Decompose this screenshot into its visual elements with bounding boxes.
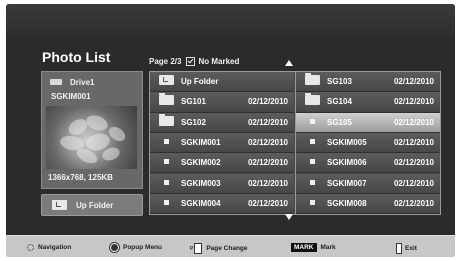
item-date: 02/12/2010	[247, 137, 288, 147]
page-title: Photo List	[42, 49, 111, 65]
drive-icon	[50, 79, 62, 85]
item-date: 02/12/2010	[247, 198, 288, 208]
folder-icon	[159, 93, 174, 106]
item-date: 02/12/2010	[247, 117, 288, 127]
item-date: 02/12/2010	[247, 158, 288, 168]
item-name: SG102	[181, 117, 206, 127]
item-name: SGKIM004	[181, 198, 221, 208]
photo-file-icon	[310, 199, 315, 205]
photo-file-icon	[310, 179, 315, 185]
item-date: 02/12/2010	[393, 198, 434, 208]
page-indicator: Page 2/3	[149, 57, 182, 66]
photo-file-icon	[310, 159, 315, 165]
item-name: SGKIM007	[327, 178, 367, 188]
current-file-name: SGKIM001	[51, 92, 91, 101]
item-date: 02/12/2010	[393, 117, 434, 127]
scroll-down-arrow-icon[interactable]	[285, 214, 293, 220]
grid-item-right-3[interactable]: SGKIM005 02/12/2010	[296, 132, 440, 154]
grid-item-right-0[interactable]: SG103 02/12/2010	[296, 72, 440, 93]
marked-status: No Marked	[198, 57, 240, 66]
help-navigation-label: Navigation	[38, 244, 72, 251]
grid-item-left-4[interactable]: SGKIM002 02/12/2010	[150, 153, 294, 174]
photo-list-screen: Photo List Page 2/3 No Marked Drive1 SGK…	[6, 4, 455, 257]
page-info: Page 2/3 No Marked	[149, 57, 239, 66]
drive-name: Drive1	[70, 78, 95, 87]
top-band	[6, 4, 455, 38]
help-mark-label: Mark	[320, 244, 336, 251]
grid-item-left-0[interactable]: Up Folder	[150, 72, 294, 93]
item-date: 02/12/2010	[247, 178, 288, 188]
photo-file-icon	[164, 199, 169, 205]
item-name: SG104	[327, 97, 352, 107]
folder-icon	[159, 113, 174, 126]
item-date: 02/12/2010	[247, 97, 288, 107]
folder-icon	[305, 93, 320, 106]
item-name: Up Folder	[181, 77, 219, 86]
help-mark: MARK Mark	[291, 243, 336, 252]
photo-thumbnail	[46, 106, 137, 169]
drive-info-panel: Drive1 SGKIM001 1366x768, 125KB	[41, 71, 143, 189]
photo-file-icon	[164, 138, 169, 144]
help-page-change-label: Page Change	[206, 245, 248, 252]
item-name: SG101	[181, 97, 206, 107]
mark-checkbox-icon	[186, 57, 196, 66]
up-folder-button-label: Up Folder	[76, 200, 114, 210]
grid-item-right-4[interactable]: SGKIM006 02/12/2010	[296, 153, 440, 174]
grid-item-right-6[interactable]: SGKIM008 02/12/2010	[296, 193, 440, 215]
item-name: SG105	[327, 117, 352, 127]
navigation-icon	[26, 243, 35, 252]
grid-item-left-2[interactable]: SG102 02/12/2010	[150, 112, 294, 133]
grid-item-right-1[interactable]: SG104 02/12/2010	[296, 92, 440, 113]
photo-file-icon	[164, 159, 169, 165]
item-name: SGKIM005	[327, 137, 367, 147]
help-page-change: P Page Change	[190, 243, 248, 254]
photo-file-icon	[310, 118, 315, 124]
item-name: SGKIM008	[327, 198, 367, 208]
item-date: 02/12/2010	[393, 77, 434, 86]
item-name: SGKIM006	[327, 158, 367, 168]
help-popup-menu-label: Popup Menu	[123, 244, 162, 251]
item-date: 02/12/2010	[393, 158, 434, 168]
item-date: 02/12/2010	[393, 97, 434, 107]
photo-file-icon	[164, 179, 169, 185]
item-name: SG103	[327, 77, 352, 86]
help-bar: Navigation Popup Menu P Page Change MARK…	[6, 235, 455, 257]
folder-icon	[305, 73, 320, 85]
page-key-icon	[194, 243, 203, 254]
up-folder-button[interactable]: Up Folder	[41, 194, 143, 216]
item-name: SGKIM002	[181, 158, 221, 168]
item-name: SGKIM003	[181, 178, 221, 188]
help-exit: Exit	[396, 243, 417, 254]
photo-file-icon	[310, 138, 315, 144]
grid-item-left-5[interactable]: SGKIM003 02/12/2010	[150, 173, 294, 194]
grid-item-left-6[interactable]: SGKIM004 02/12/2010	[150, 193, 294, 215]
grid-item-left-3[interactable]: SGKIM001 02/12/2010	[150, 132, 294, 154]
item-date: 02/12/2010	[393, 137, 434, 147]
up-folder-icon	[52, 200, 67, 210]
help-navigation: Navigation	[26, 243, 71, 252]
item-name: SGKIM001	[181, 137, 221, 147]
item-date: 02/12/2010	[393, 178, 434, 188]
grid-item-left-1[interactable]: SG101 02/12/2010	[150, 92, 294, 113]
scroll-up-arrow-icon[interactable]	[285, 60, 293, 66]
grid-item-right-2[interactable]: SG105 02/12/2010	[296, 112, 440, 133]
mark-key-icon: MARK	[291, 243, 317, 252]
exit-key-icon	[396, 243, 402, 254]
ok-button-icon	[110, 243, 119, 252]
help-popup-menu: Popup Menu	[110, 243, 162, 252]
grid-item-right-5[interactable]: SGKIM007 02/12/2010	[296, 173, 440, 194]
up-folder-icon	[159, 75, 174, 85]
file-meta: 1366x768, 125KB	[48, 173, 113, 182]
file-grid: Up Folder SG101 02/12/2010 SG102 02/12/2010 S…	[149, 71, 441, 215]
help-exit-label: Exit	[405, 245, 417, 252]
page-key-prefix: P	[190, 245, 194, 252]
